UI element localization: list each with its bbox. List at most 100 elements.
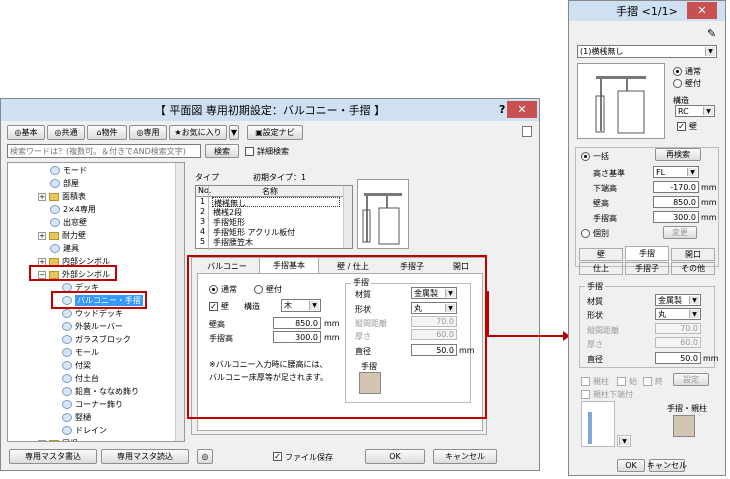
side-wall-attach-radio[interactable] [673, 79, 682, 88]
post-lower-select[interactable]: ▼ [617, 435, 631, 447]
side-rail-height-input[interactable]: 300.0 [653, 211, 699, 223]
post-checkbox[interactable] [581, 377, 590, 386]
side-tab-rail[interactable]: 手摺 [625, 246, 669, 261]
bulk-radio[interactable] [581, 152, 590, 161]
tree-scrollbar[interactable] [175, 163, 184, 441]
rail-height-input[interactable]: 300.0 [273, 331, 321, 343]
toolbar-basic-button[interactable]: ◎ 基本 [7, 125, 45, 140]
dedicated-icon: ◎ [136, 128, 144, 137]
table-row[interactable]: 1 横桟無し [196, 197, 344, 208]
research-button[interactable]: 再検索 [655, 148, 701, 161]
toolbar-favorites-button[interactable]: ★ お気に入り [169, 125, 227, 140]
side-tab-wall[interactable]: 壁 [579, 248, 623, 261]
post-end-checkbox[interactable] [643, 377, 652, 386]
side-material-select[interactable]: 金属製 ▼ [655, 294, 701, 306]
side-structure-select[interactable]: RC ▼ [675, 105, 715, 117]
normal-radio[interactable] [209, 285, 218, 294]
tree-item[interactable]: + 面積表 [38, 191, 86, 202]
favorites-dropdown-button[interactable]: ▼ [229, 125, 239, 140]
side-pitch-input[interactable]: 70.0 [655, 323, 701, 334]
rail-color-swatch[interactable] [359, 372, 381, 394]
toolbar-common-button[interactable]: ◎ 共通 [47, 125, 85, 140]
detail-search-checkbox[interactable] [245, 147, 254, 156]
individual-radio[interactable] [581, 229, 590, 238]
side-thickness-input[interactable]: 60.0 [655, 337, 701, 348]
tree-item[interactable]: 外装ルーバー [62, 321, 123, 332]
material-select[interactable]: 金属製 ▼ [411, 287, 457, 299]
settings-navi-button[interactable]: ▣ 設定ナビ [247, 125, 303, 140]
help-button[interactable]: ? [499, 103, 505, 116]
ok-button[interactable]: OK [365, 449, 425, 464]
table-row[interactable]: 5 手摺腰笠木 [196, 237, 344, 247]
base-height-select[interactable]: FL ▼ [653, 166, 699, 178]
tree-item[interactable]: コーナー飾り [62, 399, 123, 410]
thickness-input[interactable]: 60.0 [411, 329, 457, 340]
tree-item[interactable]: 2×4専用 [50, 204, 96, 215]
setting-icon [62, 400, 72, 409]
tree-item[interactable]: ウッドデッキ [62, 308, 123, 319]
main-title-bar: 【 平面図 専用初期設定：バルコニー・手摺 】 [1, 99, 539, 121]
side-ok-button[interactable]: OK [617, 459, 645, 472]
tree-item[interactable]: 部屋 [50, 178, 79, 189]
tree-item[interactable]: モール [62, 347, 99, 358]
type-select[interactable]: (1)横桟無し ▼ [577, 45, 717, 58]
post-settings-button[interactable]: 設定 [673, 373, 709, 386]
copy-icon[interactable] [522, 126, 532, 137]
side-normal-radio[interactable] [673, 67, 682, 76]
pen-icon[interactable]: ✎ [707, 27, 716, 40]
side-wall-checkbox[interactable]: ✓ [677, 122, 686, 131]
expand-icon[interactable]: + [38, 439, 46, 441]
side-wall-height-input[interactable]: 850.0 [653, 196, 699, 208]
pitch-input[interactable]: 70.0 [411, 316, 457, 327]
change-button[interactable]: 変更 [663, 226, 697, 239]
side-close-button[interactable]: ✕ [687, 2, 717, 19]
side-shape-select[interactable]: 丸 ▼ [655, 308, 701, 320]
cancel-button[interactable]: キャンセル [433, 449, 497, 464]
tree-item[interactable]: + 耐力壁 [38, 230, 86, 241]
side-tab-finish[interactable]: 仕上 [579, 262, 623, 275]
table-row[interactable]: 4 手摺矩形 アクリル板付 [196, 227, 344, 237]
shape-select[interactable]: 丸 ▼ [411, 302, 457, 314]
side-tab-opening[interactable]: 開口 [671, 248, 715, 261]
rail-post-color-swatch[interactable] [673, 415, 695, 437]
tree-item[interactable]: 付土台 [62, 373, 99, 384]
tree-item[interactable]: 鉛直・ななめ飾り [62, 386, 139, 397]
structure-select[interactable]: 木 ▼ [281, 299, 321, 312]
base-height-label: 高さ基準 [593, 169, 625, 178]
search-button[interactable]: 検索 [205, 144, 239, 158]
tree-item[interactable]: +屋根 [38, 438, 78, 441]
expand-icon[interactable]: + [38, 231, 46, 240]
column-header-no: No. [198, 186, 212, 195]
wall-height-input[interactable]: 850.0 [273, 317, 321, 329]
master-icon-button[interactable]: ◎ [197, 449, 213, 464]
tree-item[interactable]: モード [50, 165, 87, 176]
tree-item[interactable]: ドレイン [62, 425, 107, 436]
side-cancel-button[interactable]: キャンセル [647, 459, 687, 472]
tree-item[interactable]: ガラスブロック [62, 334, 131, 345]
search-input[interactable] [7, 144, 201, 158]
table-row[interactable]: 3 手摺矩形 [196, 217, 344, 227]
read-master-button[interactable]: 専用マスタ読込 [101, 449, 189, 464]
side-tab-baluster[interactable]: 手摺子 [625, 262, 669, 275]
toolbar-property-button[interactable]: ⌂ 物件 [87, 125, 127, 140]
table-row[interactable]: 2 横桟2段 [196, 207, 344, 217]
close-button[interactable]: ✕ [507, 101, 537, 118]
post-lower-list[interactable] [581, 401, 615, 447]
lower-end-input[interactable]: -170.0 [653, 181, 699, 193]
write-master-button[interactable]: 専用マスタ書込 [9, 449, 97, 464]
wall-checkbox[interactable]: ✓ [209, 302, 218, 311]
wall-attach-radio[interactable] [254, 285, 263, 294]
toolbar-dedicated-button[interactable]: ◎ 専用 [129, 125, 167, 140]
expand-icon[interactable]: + [38, 192, 46, 201]
table-scrollbar[interactable] [343, 186, 352, 248]
file-save-checkbox[interactable]: ✓ [273, 452, 282, 461]
tree-item[interactable]: 付梁 [62, 360, 91, 371]
diameter-input[interactable]: 50.0 [411, 344, 457, 356]
tree-item[interactable]: 竪樋 [62, 412, 91, 423]
side-tab-other[interactable]: その他 [671, 262, 715, 275]
tree-item[interactable]: 出窓壁 [50, 217, 87, 228]
post-start-checkbox[interactable] [617, 377, 626, 386]
post-lower-checkbox[interactable] [581, 390, 590, 399]
side-diameter-input[interactable]: 50.0 [655, 352, 701, 364]
tree-item[interactable]: 建具 [50, 243, 79, 254]
